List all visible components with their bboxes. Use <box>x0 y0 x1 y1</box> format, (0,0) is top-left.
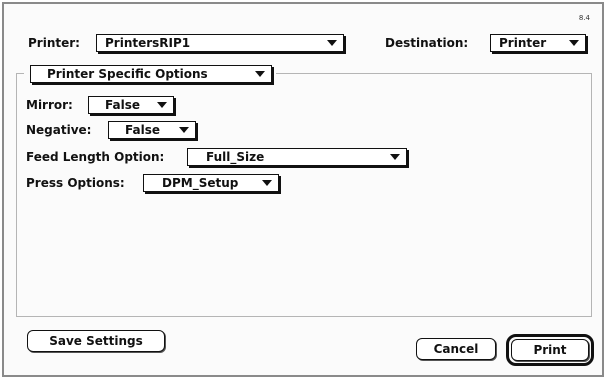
printer-label: Printer: <box>28 36 80 50</box>
feed-length-value: Full_Size <box>206 150 265 164</box>
cancel-button[interactable]: Cancel <box>416 338 496 360</box>
mirror-value: False <box>105 98 140 112</box>
mirror-popup[interactable]: False <box>88 96 174 114</box>
chevron-down-icon <box>157 102 167 108</box>
chevron-down-icon <box>327 40 337 46</box>
press-options-popup[interactable]: DPM_Setup <box>143 174 279 192</box>
feed-length-popup[interactable]: Full_Size <box>187 148 407 166</box>
printer-value: PrintersRIP1 <box>105 36 191 50</box>
chevron-down-icon <box>262 180 272 186</box>
negative-label: Negative: <box>26 123 92 137</box>
press-options-value: DPM_Setup <box>162 176 239 190</box>
options-category-popup[interactable]: Printer Specific Options <box>30 65 272 83</box>
destination-label: Destination: <box>385 36 469 50</box>
chevron-down-icon <box>255 71 265 77</box>
options-category-value: Printer Specific Options <box>47 67 208 81</box>
negative-popup[interactable]: False <box>108 121 196 139</box>
print-button[interactable]: Print <box>511 339 589 361</box>
chevron-down-icon <box>390 154 400 160</box>
version-label: 8.4 <box>578 14 590 22</box>
destination-value: Printer <box>499 36 547 50</box>
negative-value: False <box>125 123 160 137</box>
save-settings-button[interactable]: Save Settings <box>27 330 165 352</box>
mirror-label: Mirror: <box>26 98 73 112</box>
destination-popup[interactable]: Printer <box>490 34 586 52</box>
printer-popup[interactable]: PrintersRIP1 <box>96 34 344 52</box>
chevron-down-icon <box>569 40 579 46</box>
feed-length-label: Feed Length Option: <box>26 150 165 164</box>
press-options-label: Press Options: <box>26 176 125 190</box>
chevron-down-icon <box>179 127 189 133</box>
